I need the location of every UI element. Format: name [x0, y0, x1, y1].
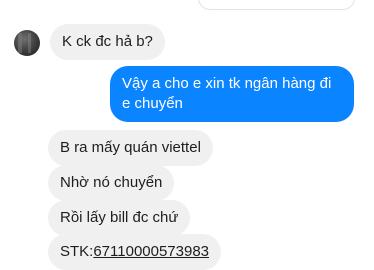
incoming-message-5: STK:67110000573983	[48, 234, 222, 270]
incoming-message-2: B ra mấy quán viettel	[48, 130, 213, 166]
message-text: B ra mấy quán viettel	[60, 139, 201, 156]
previous-message-fragment	[198, 0, 355, 10]
incoming-message-1: K ck đc hả b?	[50, 24, 165, 60]
message-text: Vậy a cho e xin tk ngân hàng đi e chuyển	[122, 75, 332, 112]
contact-avatar-icon[interactable]	[14, 30, 40, 56]
message-text: Nhờ nó chuyển	[60, 174, 163, 191]
incoming-message-3: Nhờ nó chuyển	[48, 165, 175, 201]
message-text: K ck đc hả b?	[62, 33, 153, 50]
incoming-message-4: Rồi lấy bill đc chứ	[48, 200, 191, 236]
account-number-link[interactable]: 67110000573983	[93, 243, 209, 260]
account-label: STK:	[60, 243, 94, 260]
message-text: Rồi lấy bill đc chứ	[60, 209, 179, 226]
outgoing-message-1: Vậy a cho e xin tk ngân hàng đi e chuyển	[110, 66, 354, 122]
